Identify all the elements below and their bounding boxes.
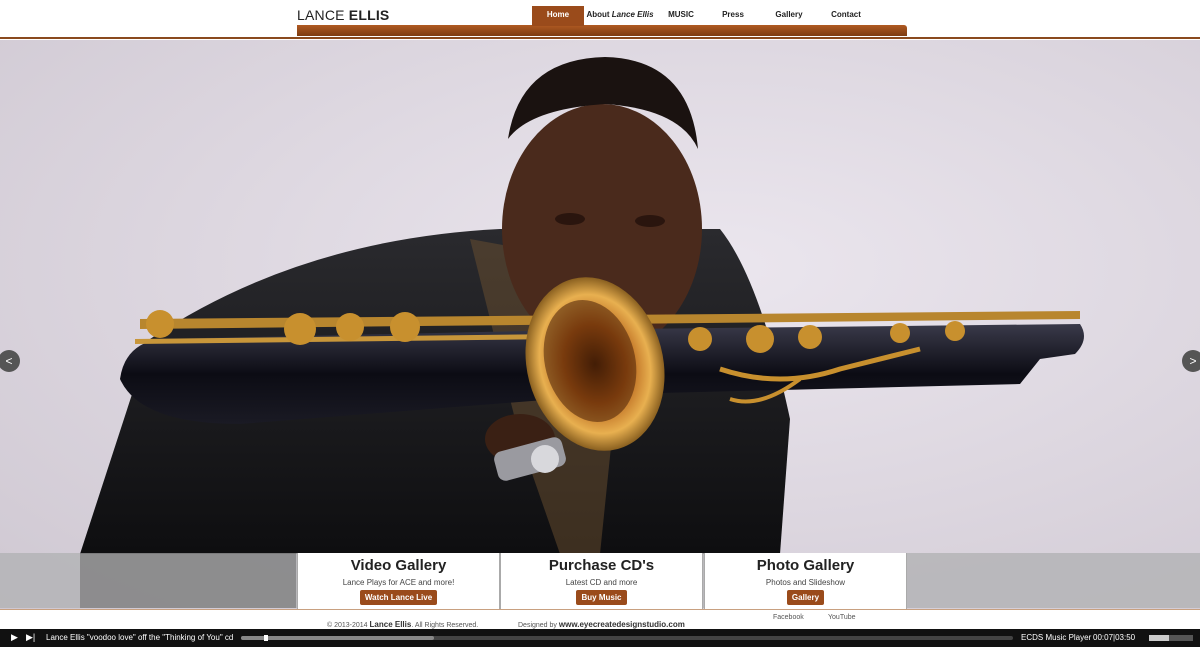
- copyright: © 2013-2014 Lance Ellis. All Rights Rese…: [327, 620, 478, 629]
- nav-about[interactable]: About Lance Ellis: [584, 6, 656, 26]
- nav-about-name: Lance Ellis: [611, 10, 654, 19]
- facebook-link[interactable]: Facebook: [773, 614, 804, 621]
- card-title: Photo Gallery: [756, 557, 855, 574]
- nav-contact[interactable]: Contact: [818, 6, 874, 26]
- slideshow-next-button[interactable]: >: [1182, 350, 1200, 372]
- nav-about-prefix: About: [586, 10, 612, 19]
- hero-slideshow: < >: [0, 39, 1200, 609]
- buy-music-button[interactable]: Buy Music: [576, 590, 627, 605]
- progress-bar[interactable]: [241, 635, 1013, 641]
- next-track-icon[interactable]: ▶|: [26, 632, 35, 643]
- volume-slider[interactable]: [1149, 635, 1193, 641]
- play-icon[interactable]: ▶: [11, 632, 18, 643]
- watch-lance-live-button[interactable]: Watch Lance Live: [359, 590, 438, 605]
- nav-press[interactable]: Press: [706, 6, 760, 26]
- page: { "header": { "logo_first": "LANCE", "lo…: [0, 0, 1200, 647]
- purchase-cds-card: Purchase CD's Latest CD and more Buy Mus…: [500, 553, 703, 609]
- photo-gallery-card: Photo Gallery Photos and Slideshow Galle…: [704, 553, 907, 609]
- player-time: 00:07|03:50: [1093, 633, 1136, 642]
- designer-credit: Designed by www.eyecreatedesignstudio.co…: [518, 620, 685, 629]
- nav-home[interactable]: Home: [532, 6, 584, 26]
- site-logo[interactable]: LANCE ELLIS: [297, 7, 389, 23]
- player-name: ECDS Music Player: [1021, 633, 1092, 642]
- copyright-name: Lance Ellis: [369, 620, 412, 629]
- header-divider: [0, 37, 1200, 39]
- nav-music[interactable]: MUSIC: [656, 6, 706, 26]
- volume-fill: [1149, 635, 1169, 641]
- designer-link[interactable]: www.eyecreatedesignstudio.com: [559, 620, 685, 629]
- logo-first-name: LANCE: [297, 7, 345, 23]
- video-gallery-card: Video Gallery Lance Plays for ACE and mo…: [297, 553, 500, 609]
- card-subtitle: Lance Plays for ACE and more!: [342, 578, 455, 587]
- strip-shadow: [80, 553, 296, 608]
- site-header: LANCE ELLIS Home About Lance Ellis MUSIC…: [0, 0, 1200, 40]
- track-title: Lance Ellis "voodoo love" off the "Think…: [46, 633, 234, 642]
- card-title: Purchase CD's: [548, 557, 655, 574]
- gallery-button[interactable]: Gallery: [786, 590, 825, 605]
- card-subtitle: Photos and Slideshow: [765, 578, 846, 587]
- site-footer: © 2013-2014 Lance Ellis. All Rights Rese…: [0, 609, 1200, 629]
- logo-last-name: ELLIS: [348, 7, 390, 23]
- progress-handle[interactable]: [264, 635, 269, 641]
- nav-gallery[interactable]: Gallery: [760, 6, 818, 26]
- card-subtitle: Latest CD and more: [565, 578, 638, 587]
- copyright-suffix: . All Rights Reserved.: [411, 622, 479, 629]
- main-nav: Home About Lance Ellis MUSIC Press Galle…: [532, 6, 874, 26]
- copyright-prefix: © 2013-2014: [327, 622, 368, 629]
- nav-accent-bar: [297, 25, 907, 36]
- youtube-link[interactable]: YouTube: [828, 614, 856, 621]
- music-player: ▶ ▶| Lance Ellis "voodoo love" off the "…: [0, 629, 1200, 647]
- designed-by-label: Designed by: [518, 622, 557, 629]
- card-title: Video Gallery: [350, 557, 447, 574]
- buffered-fill: [241, 636, 434, 640]
- hero-photo-saxophonist: [80, 57, 1084, 554]
